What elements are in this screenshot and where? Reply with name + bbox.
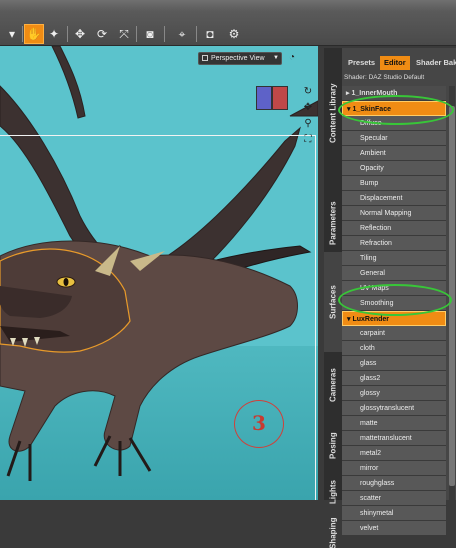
list-item[interactable]: cloth (342, 341, 446, 356)
node-select-icon[interactable]: ✦ (44, 24, 64, 44)
list-item[interactable]: Bump (342, 176, 446, 191)
list-item[interactable]: Refraction (342, 236, 446, 251)
tab-shader-baker[interactable]: Shader Bak (412, 56, 456, 70)
frame-icon[interactable]: ⛶ (302, 134, 314, 146)
nav-cube[interactable] (253, 86, 291, 112)
list-item[interactable]: General (342, 266, 446, 281)
nav-cube-left-face[interactable] (256, 86, 272, 110)
list-item[interactable]: mattetranslucent (342, 431, 446, 446)
camera-icon[interactable]: ◙ (140, 24, 160, 44)
chevron-down-icon: ▼ (273, 55, 279, 61)
highlight-ellipse (338, 284, 452, 316)
list-item[interactable]: velvet (342, 521, 446, 536)
list-item[interactable]: metal2 (342, 446, 446, 461)
scrollbar[interactable] (449, 86, 455, 500)
toolbar-separator (196, 26, 197, 42)
list-item[interactable]: Specular (342, 131, 446, 146)
list-item[interactable]: Reflection (342, 221, 446, 236)
zoom-icon[interactable]: ◔ (286, 52, 298, 64)
list-item[interactable]: Ambient (342, 146, 446, 161)
pan-icon[interactable]: ✥ (302, 102, 314, 114)
list-item[interactable]: matte (342, 416, 446, 431)
side-tab-bar: Content Library Parameters Surfaces Came… (324, 48, 342, 548)
panel-tab-bar: Presets Editor Shader Bak (342, 56, 456, 70)
list-item[interactable]: Displacement (342, 191, 446, 206)
view-label: Perspective View (211, 55, 265, 62)
menu-triangle-icon[interactable]: ▾ (2, 24, 22, 44)
rotate-tool-icon[interactable]: ⟳ (92, 24, 112, 44)
view-selector[interactable]: Perspective View ▼ (198, 52, 282, 65)
scene-select-icon[interactable]: ✋ (24, 24, 44, 44)
viewport-header: Perspective View ▼ ◔ (0, 46, 318, 68)
shader-label: Shader: DAZ Studio Default (344, 74, 425, 81)
render-icon[interactable]: ◘ (200, 24, 220, 44)
list-item[interactable]: shinymetal (342, 506, 446, 521)
list-item[interactable]: glossytranslucent (342, 401, 446, 416)
universal-tool-icon[interactable]: ✥ (70, 24, 90, 44)
toolbar-separator (164, 26, 165, 42)
zoom-tool-icon[interactable]: ⚲ (302, 118, 314, 130)
list-item[interactable]: glass2 (342, 371, 446, 386)
tab-editor[interactable]: Editor (380, 56, 410, 70)
list-item[interactable]: Normal Mapping (342, 206, 446, 221)
list-item[interactable]: mirror (342, 461, 446, 476)
main-toolbar: ▾ ✋ ✦ ✥ ⟳ ⤧ ◙ ⌖ ◘ ⚙ (0, 0, 456, 46)
list-item[interactable]: glass (342, 356, 446, 371)
spot-render-icon[interactable]: ⌖ (172, 24, 192, 44)
tab-shaping[interactable]: Shaping (324, 518, 342, 548)
list-item[interactable]: roughglass (342, 476, 446, 491)
annotation-circle: 3 (234, 400, 284, 448)
tab-cameras[interactable]: Cameras (324, 353, 342, 418)
tab-lights[interactable]: Lights (324, 468, 342, 516)
translate-tool-icon[interactable]: ⤧ (114, 24, 134, 44)
nav-cube-right-face[interactable] (272, 86, 288, 110)
grid-icon (202, 55, 208, 61)
toolbar-separator (136, 26, 137, 42)
toolbar-separator (22, 26, 23, 42)
list-item[interactable]: glossy (342, 386, 446, 401)
list-item[interactable]: carpaint (342, 326, 446, 341)
3d-viewport[interactable]: Perspective View ▼ ◔ ↻ ✥ ⚲ ⛶ 3 (0, 46, 318, 500)
list-item[interactable]: Opacity (342, 161, 446, 176)
toolbar-separator (67, 26, 68, 42)
tab-posing[interactable]: Posing (324, 418, 342, 473)
list-item[interactable]: Tiling (342, 251, 446, 266)
orbit-icon[interactable]: ↻ (302, 86, 314, 98)
tab-presets[interactable]: Presets (344, 56, 379, 70)
render-settings-icon[interactable]: ⚙ (224, 24, 244, 44)
list-item[interactable]: scatter (342, 491, 446, 506)
highlight-ellipse (338, 95, 454, 125)
